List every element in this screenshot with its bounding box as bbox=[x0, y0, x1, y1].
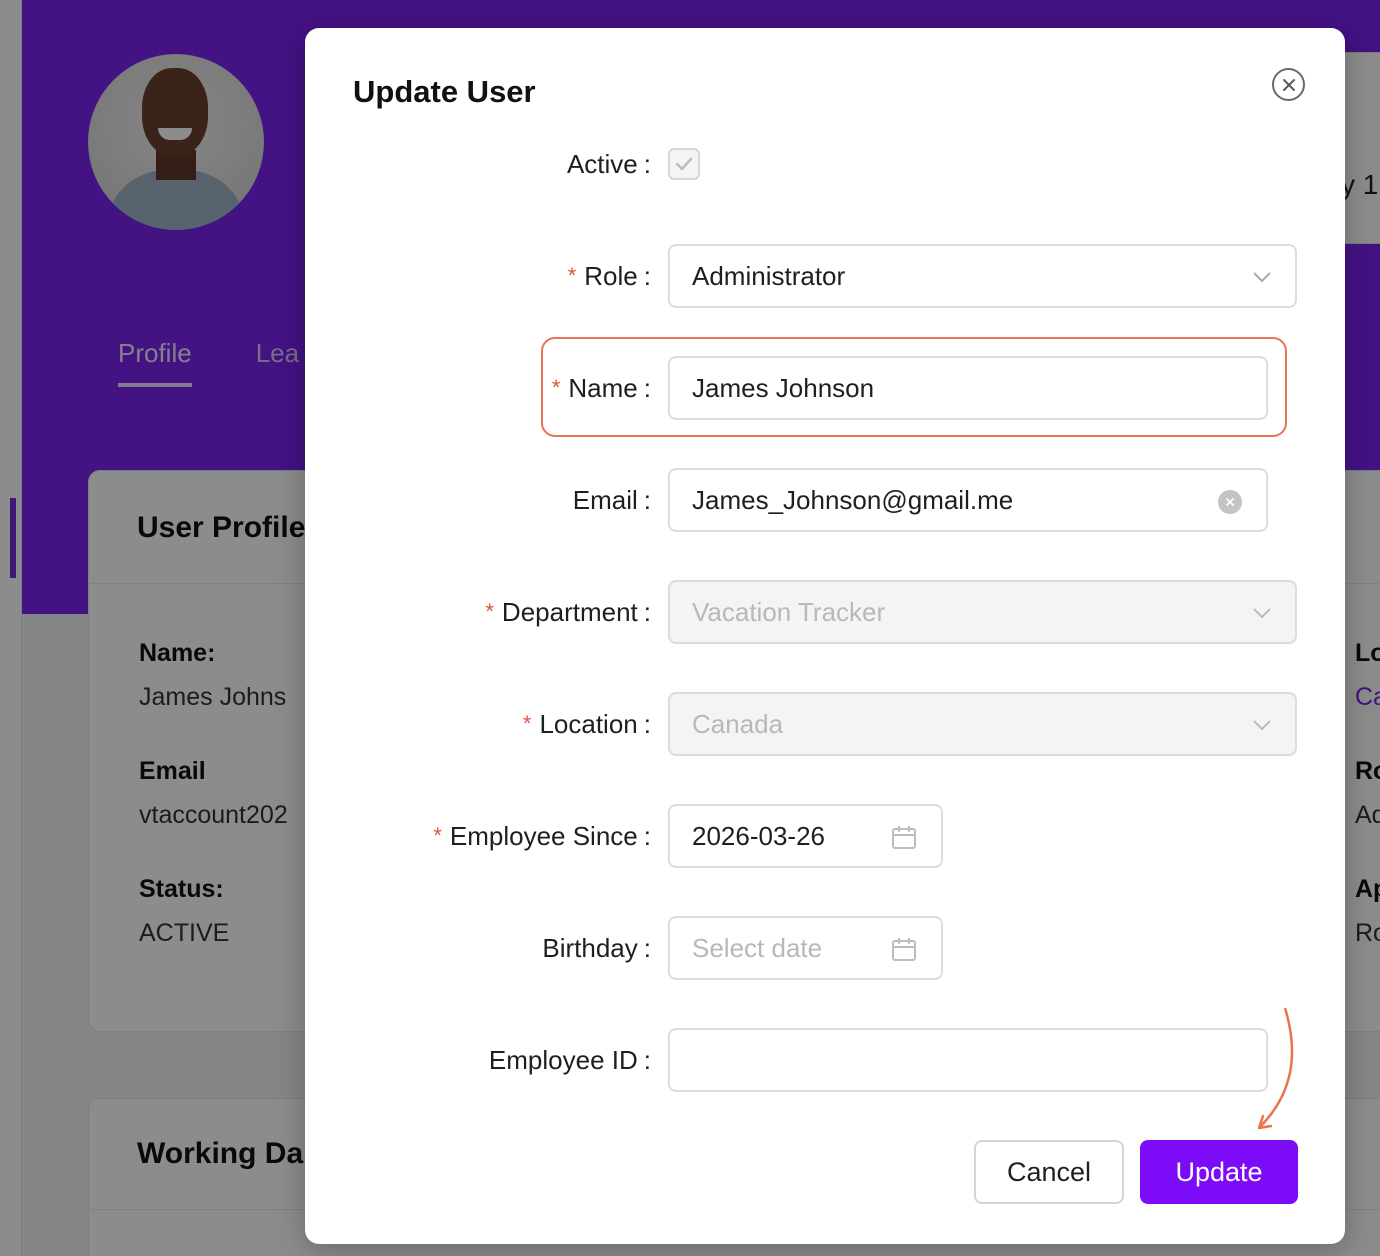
label-colon: : bbox=[643, 820, 651, 851]
label-colon: : bbox=[643, 484, 651, 515]
department-value: Vacation Tracker bbox=[692, 596, 886, 627]
form-label-email: Email: bbox=[573, 468, 651, 532]
label-text: Location bbox=[539, 708, 638, 739]
form-label-location: * Location: bbox=[523, 692, 651, 756]
label-text: Department bbox=[501, 596, 638, 627]
active-checkbox[interactable] bbox=[668, 148, 700, 180]
clear-icon bbox=[1226, 498, 1234, 506]
label-colon: : bbox=[643, 932, 651, 963]
form-label-active: Active: bbox=[567, 132, 651, 196]
modal-title: Update User bbox=[353, 74, 536, 109]
label-colon: : bbox=[643, 260, 651, 291]
birthday-placeholder: Select date bbox=[692, 932, 823, 963]
name-input[interactable]: James Johnson bbox=[668, 356, 1268, 420]
employee-since-datepicker[interactable]: 2026-03-26 bbox=[668, 804, 943, 868]
annotation-arrow bbox=[1257, 1007, 1294, 1130]
label-colon: : bbox=[643, 596, 651, 627]
form-row-name: * Name: James Johnson bbox=[305, 356, 1345, 420]
required-star: * bbox=[433, 823, 442, 848]
form-label-birthday: Birthday: bbox=[542, 916, 651, 980]
label-text: Employee ID bbox=[488, 1044, 638, 1075]
chevron-down-icon bbox=[1253, 720, 1271, 731]
form-label-role: * Role: bbox=[568, 244, 651, 308]
role-select[interactable]: Administrator bbox=[668, 244, 1297, 308]
form-row-email: Email: James_Johnson@gmail.me bbox=[305, 468, 1345, 532]
birthday-datepicker[interactable]: Select date bbox=[668, 916, 943, 980]
required-star: * bbox=[567, 263, 577, 288]
calendar-icon bbox=[892, 938, 916, 961]
role-value: Administrator bbox=[692, 260, 846, 291]
form-row-employee-since: * Employee Since: 2026-03-26 bbox=[305, 804, 1345, 868]
required-star: * bbox=[522, 711, 532, 736]
location-value: Canada bbox=[692, 708, 784, 739]
chevron-down-icon bbox=[1253, 272, 1271, 283]
label-colon: : bbox=[643, 1044, 651, 1075]
label-colon: : bbox=[643, 372, 651, 403]
close-icon bbox=[1282, 78, 1295, 91]
label-text: Role bbox=[584, 260, 638, 291]
update-button[interactable]: Update bbox=[1140, 1140, 1298, 1204]
chevron-down-icon bbox=[1253, 608, 1271, 619]
label-text: Email bbox=[572, 484, 638, 515]
cancel-button[interactable]: Cancel bbox=[974, 1140, 1124, 1204]
form-row-active: Active: bbox=[305, 132, 1345, 196]
label-text: Employee Since bbox=[449, 820, 638, 851]
form-row-role: * Role: Administrator bbox=[305, 244, 1345, 308]
form-label-employee-since: * Employee Since: bbox=[433, 804, 651, 868]
label-colon: : bbox=[643, 148, 651, 179]
location-select: Canada bbox=[668, 692, 1297, 756]
form-row-department: * Department: Vacation Tracker bbox=[305, 580, 1345, 644]
label-text: Birthday bbox=[542, 932, 638, 963]
check-icon bbox=[675, 157, 693, 171]
close-button[interactable] bbox=[1272, 68, 1305, 101]
label-colon: : bbox=[643, 708, 651, 739]
label-text: Active bbox=[566, 148, 638, 179]
email-value: James_Johnson@gmail.me bbox=[692, 484, 1014, 515]
form-label-employee-id: Employee ID: bbox=[489, 1028, 651, 1092]
form-row-location: * Location: Canada bbox=[305, 692, 1345, 756]
form-label-name: * Name: bbox=[552, 356, 651, 420]
label-text: Name bbox=[568, 372, 638, 403]
required-star: * bbox=[551, 375, 561, 400]
name-value: James Johnson bbox=[692, 372, 875, 403]
update-user-modal: Update User Active: * Role: Administrator bbox=[305, 28, 1345, 1244]
clear-email-button[interactable] bbox=[1218, 490, 1242, 514]
form-row-birthday: Birthday: Select date bbox=[305, 916, 1345, 980]
form-label-department: * Department: bbox=[485, 580, 651, 644]
employee-since-value: 2026-03-26 bbox=[692, 820, 825, 851]
calendar-icon bbox=[892, 826, 916, 849]
required-star: * bbox=[485, 599, 494, 624]
form-row-employee-id: Employee ID: bbox=[305, 1028, 1345, 1092]
department-select: Vacation Tracker bbox=[668, 580, 1297, 644]
employee-id-input[interactable] bbox=[668, 1028, 1268, 1092]
email-input[interactable]: James_Johnson@gmail.me bbox=[668, 468, 1268, 532]
